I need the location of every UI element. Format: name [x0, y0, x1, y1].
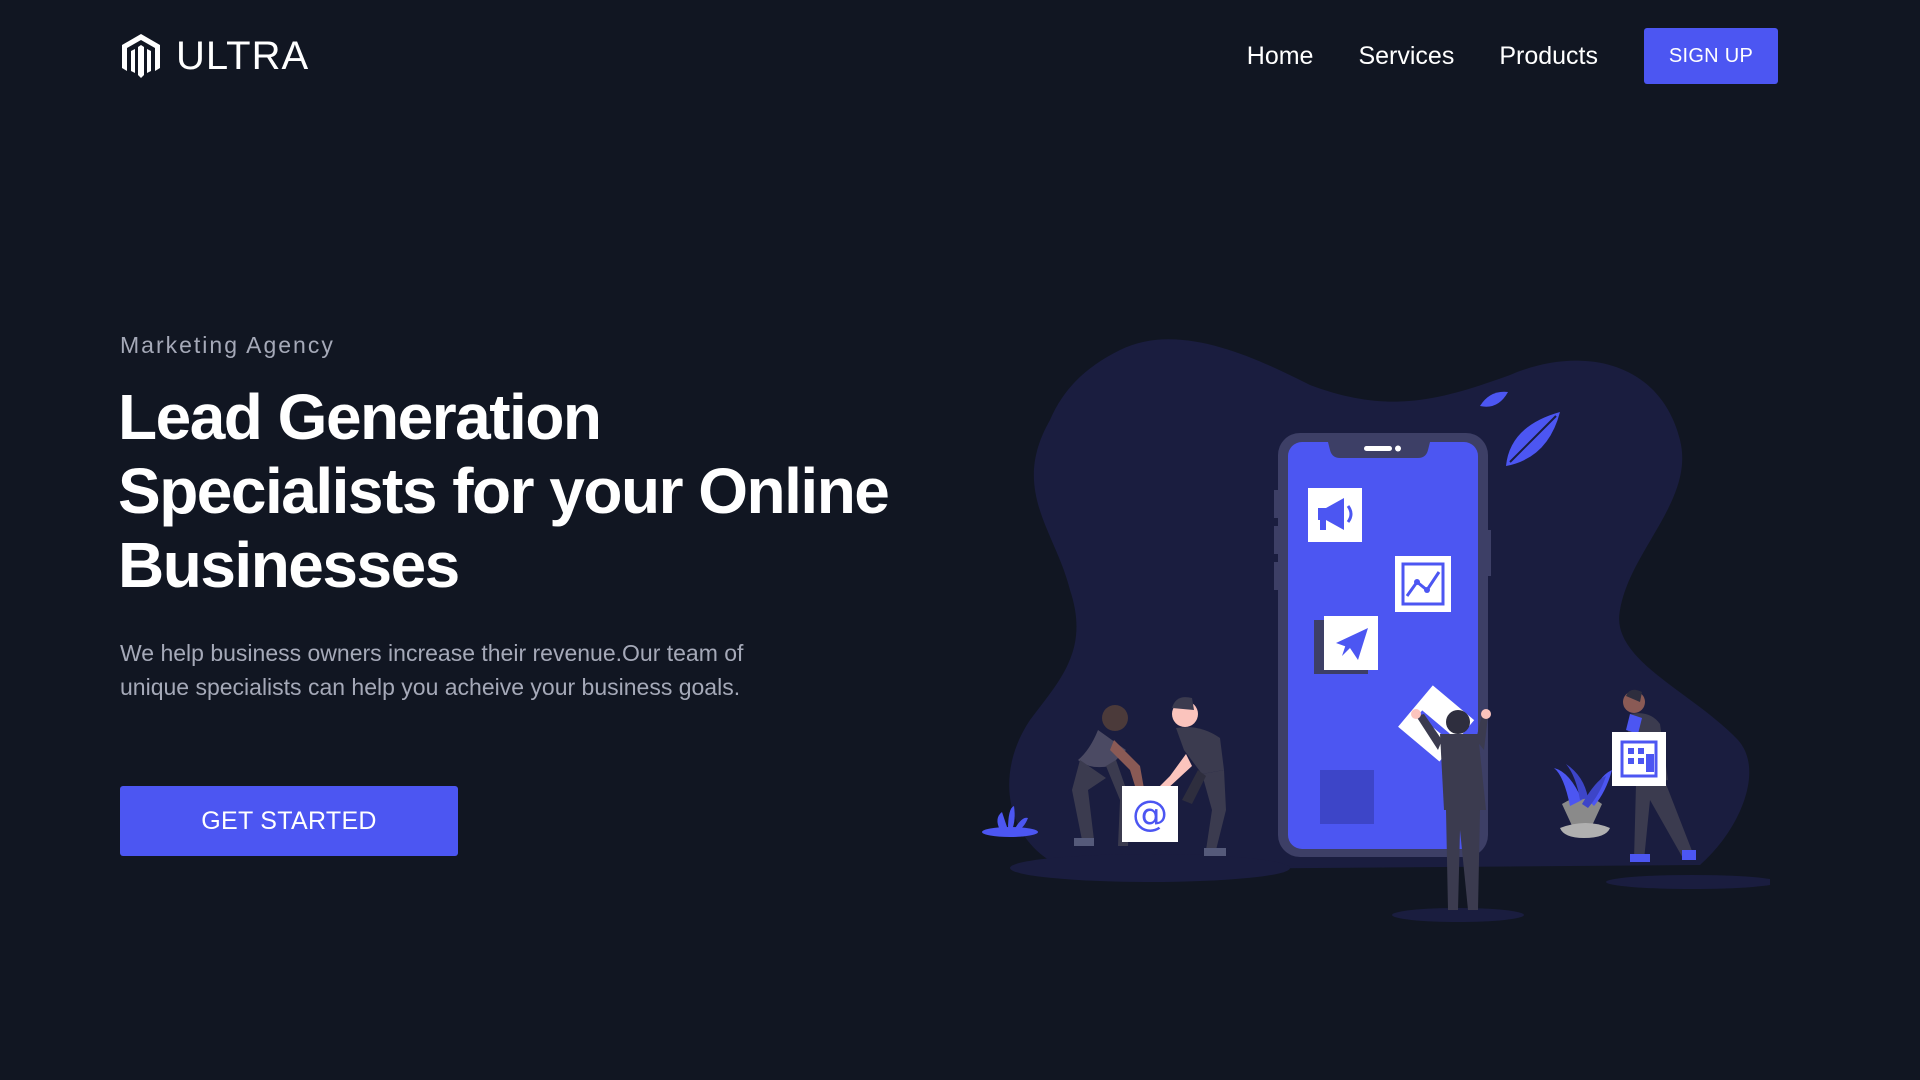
- brand-logo-icon: [122, 34, 160, 78]
- at-symbol-text: @: [1132, 794, 1168, 835]
- hero-description: We help business owners increase their r…: [120, 640, 744, 700]
- marketing-team-illustration: @: [982, 339, 1770, 922]
- megaphone-icon: [1308, 488, 1362, 542]
- nav-link-products[interactable]: Products: [1499, 42, 1598, 71]
- brand-name: ULTRA: [176, 33, 310, 78]
- email-at-icon: @: [1122, 786, 1178, 842]
- hero-eyebrow: Marketing Agency: [120, 332, 335, 358]
- nav-link-services[interactable]: Services: [1358, 42, 1454, 71]
- landing-page: ULTRA Home Services Products SIGN UP Mar…: [0, 0, 1920, 1080]
- brand[interactable]: ULTRA: [120, 33, 309, 79]
- nav-link-home[interactable]: Home: [1247, 42, 1314, 71]
- main-menu: Home Services Products SIGN UP: [1247, 28, 1778, 84]
- headline-line-2: Specialists for your Online: [118, 455, 890, 527]
- get-started-button[interactable]: GET STARTED: [120, 786, 458, 856]
- headline-line-3: Businesses: [118, 529, 460, 601]
- hero-illustration: @: [970, 330, 1770, 940]
- line-chart-icon: [1395, 556, 1451, 612]
- sign-up-button[interactable]: SIGN UP: [1644, 28, 1778, 84]
- empty-tile: [1320, 770, 1374, 824]
- hero-headline: Lead Generation Specialists for your Onl…: [118, 380, 898, 602]
- paper-plane-icon: [1314, 616, 1378, 674]
- headline-line-1: Lead Generation: [118, 381, 602, 453]
- top-navigation: ULTRA Home Services Products SIGN UP: [0, 0, 1920, 112]
